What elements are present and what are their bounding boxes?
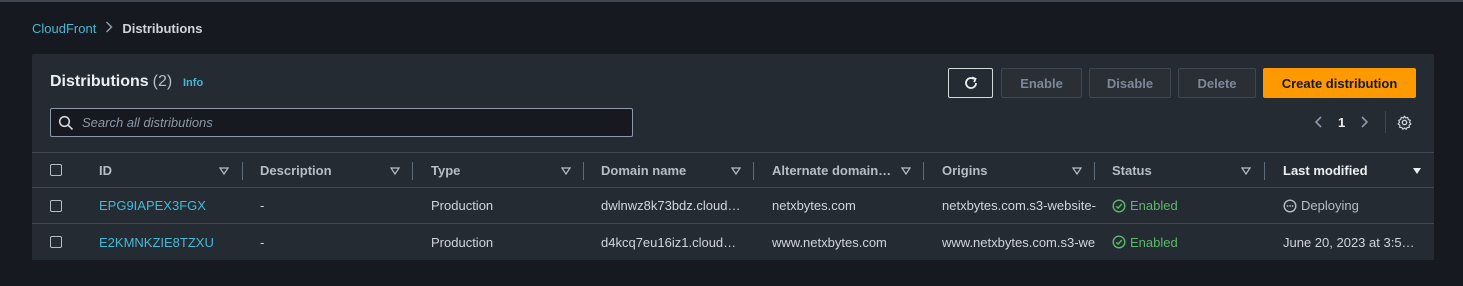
last-modified-text: Deploying (1301, 198, 1359, 213)
refresh-button[interactable] (948, 68, 993, 98)
column-header-description[interactable]: Description (260, 153, 332, 187)
column-header-type[interactable]: Type (431, 153, 460, 187)
sort-icon[interactable] (561, 166, 571, 176)
column-header-id[interactable]: ID (99, 153, 112, 187)
delete-button[interactable]: Delete (1178, 68, 1256, 98)
table-row[interactable]: E2KMNKZIE8TZXU - Production d4kcq7eu16iz… (32, 224, 1434, 260)
sort-icon[interactable] (390, 166, 400, 176)
sort-icon[interactable] (1072, 166, 1082, 176)
row-select-cell (50, 224, 62, 260)
column-header-last-modified[interactable]: Last modified (1283, 153, 1368, 187)
last-modified-cell: Deploying (1283, 188, 1359, 223)
alternate-domain-cell: netxbytes.com (772, 198, 856, 213)
description-cell: - (260, 198, 265, 213)
distribution-id-link[interactable]: EPG9IAPEX3FGX (99, 188, 206, 223)
sort-icon[interactable] (219, 166, 229, 176)
sort-icon[interactable] (1241, 166, 1251, 176)
pagination-divider (1385, 111, 1386, 133)
column-divider[interactable] (1094, 162, 1095, 180)
origins-cell: www.netxbytes.com.s3-we (942, 234, 1096, 250)
pending-icon (1283, 198, 1297, 213)
column-divider[interactable] (583, 162, 584, 180)
distribution-id-link[interactable]: E2KMNKZIE8TZXU (99, 224, 214, 260)
alternate-domain-cell: www.netxbytes.com (772, 234, 887, 250)
refresh-icon (964, 76, 977, 89)
chevron-right-icon (105, 21, 113, 36)
column-divider[interactable] (923, 162, 924, 180)
column-header-domain-name[interactable]: Domain name (601, 153, 686, 187)
column-header-alternate-domain[interactable]: Alternate domain… (772, 153, 891, 187)
panel-title: Distributions (2) (50, 73, 172, 91)
current-page[interactable]: 1 (1338, 115, 1345, 130)
gear-icon[interactable] (1396, 114, 1413, 131)
column-divider[interactable] (753, 162, 754, 180)
search-icon (58, 115, 74, 130)
type-cell: Production (431, 198, 494, 213)
status-text: Enabled (1130, 234, 1178, 250)
info-link[interactable]: Info (183, 77, 203, 89)
sort-icon[interactable] (901, 166, 911, 176)
column-divider[interactable] (412, 162, 413, 180)
select-all-cell (50, 153, 62, 187)
disable-button[interactable]: Disable (1089, 68, 1171, 98)
origins-cell: netxbytes.com.s3-website- (942, 198, 1096, 213)
domain-name-cell: dwlnwz8k73bdz.cloud… (601, 198, 741, 213)
description-cell: - (260, 234, 265, 250)
distributions-table: ID Description Type Domain name Alternat… (32, 152, 1434, 260)
check-circle-icon (1112, 198, 1126, 213)
sort-descending-icon[interactable] (1412, 166, 1422, 176)
domain-name-cell: d4kcq7eu16iz1.cloud… (601, 234, 737, 250)
enable-button[interactable]: Enable (1001, 68, 1082, 98)
status-cell: Enabled (1112, 188, 1178, 223)
type-cell: Production (431, 234, 494, 250)
column-header-status[interactable]: Status (1112, 153, 1152, 187)
pagination: 1 (1312, 112, 1371, 132)
breadcrumb: CloudFront Distributions (32, 21, 202, 36)
row-checkbox[interactable] (50, 199, 62, 212)
column-divider[interactable] (1264, 162, 1265, 180)
next-page-icon[interactable] (1357, 115, 1371, 129)
panel-title-text: Distributions (50, 73, 149, 90)
sort-icon[interactable] (731, 166, 741, 176)
check-circle-icon (1112, 235, 1126, 249)
breadcrumb-cloudfront-link[interactable]: CloudFront (32, 21, 96, 36)
distribution-count: (2) (152, 73, 173, 90)
last-modified-cell: June 20, 2023 at 3:5… (1283, 234, 1415, 250)
row-checkbox[interactable] (50, 236, 62, 248)
previous-page-icon[interactable] (1312, 115, 1326, 129)
search-input[interactable] (80, 114, 624, 131)
column-divider[interactable] (242, 162, 243, 180)
table-row[interactable]: EPG9IAPEX3FGX - Production dwlnwz8k73bdz… (32, 188, 1434, 224)
row-select-cell (50, 188, 62, 223)
status-cell: Enabled (1112, 224, 1178, 260)
table-header: ID Description Type Domain name Alternat… (32, 152, 1434, 188)
distributions-panel: Distributions (2) Info Enable Disable Del… (32, 54, 1434, 260)
select-all-checkbox[interactable] (50, 164, 62, 176)
status-text: Enabled (1130, 198, 1178, 213)
breadcrumb-current: Distributions (122, 21, 203, 36)
create-distribution-button[interactable]: Create distribution (1263, 68, 1416, 98)
search-box (50, 108, 633, 137)
column-header-origins[interactable]: Origins (942, 153, 988, 187)
top-border (0, 0, 1463, 2)
